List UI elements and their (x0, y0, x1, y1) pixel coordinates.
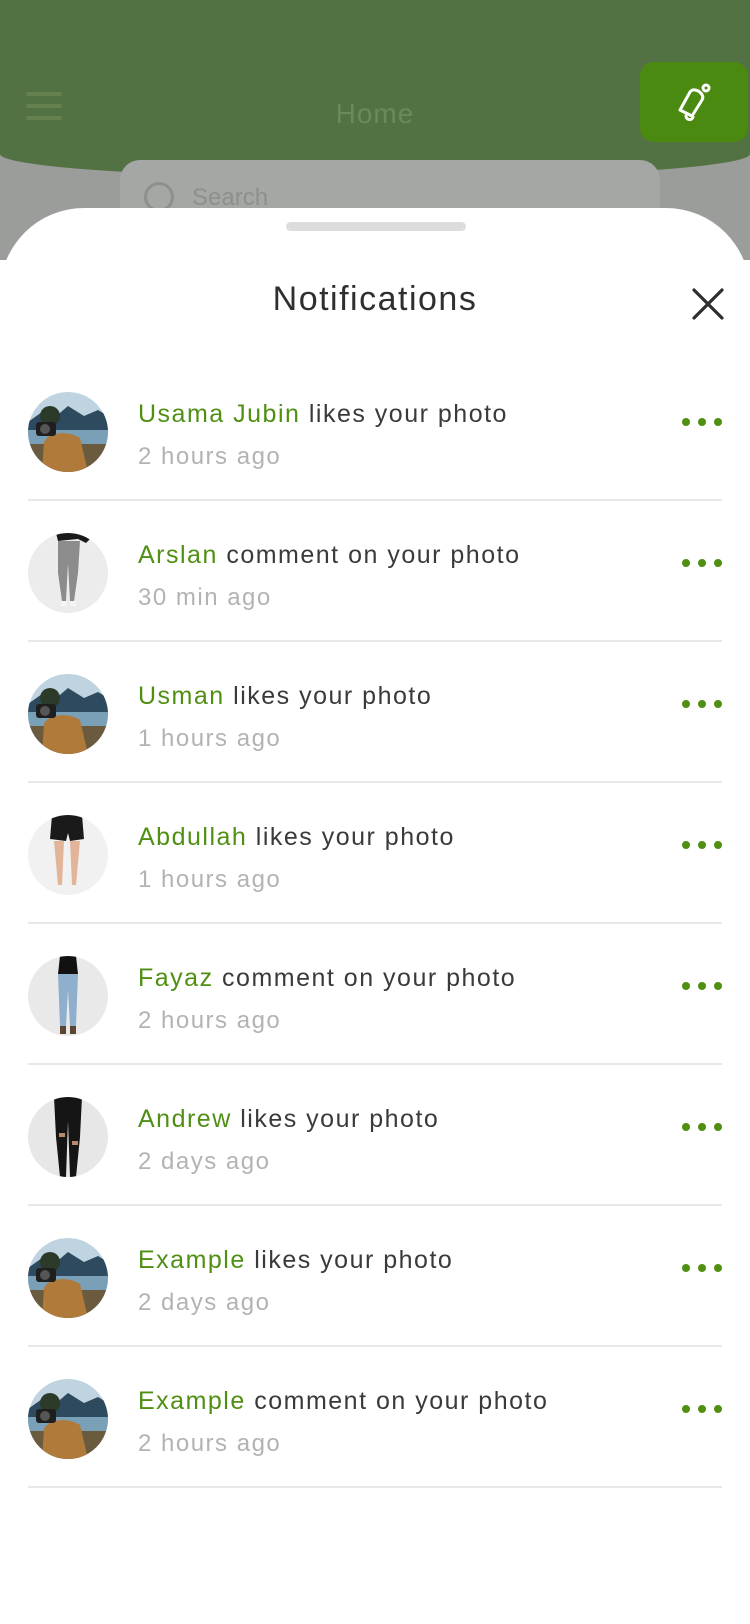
dot-icon (698, 1123, 706, 1131)
notifications-sheet: Notifications Usama Jubin likes your pho… (0, 208, 750, 1624)
avatar-grey-jeans (28, 533, 108, 613)
more-options-button[interactable] (682, 835, 722, 855)
user-name[interactable]: Abdullah (138, 823, 247, 851)
notification-message: Abdullah likes your photo (138, 823, 652, 852)
sheet-title: Notifications (272, 280, 478, 318)
dot-icon (698, 1264, 706, 1272)
close-button[interactable] (682, 278, 734, 330)
user-name[interactable]: Usman (138, 682, 225, 710)
action-text: comment on your photo (245, 1387, 549, 1415)
notification-time: 2 hours ago (138, 443, 282, 470)
dot-icon (714, 1123, 722, 1131)
notification-row-7[interactable]: Example likes your photo 2 days ago (28, 1206, 722, 1347)
notification-text: Example likes your photo 2 days ago (138, 1246, 652, 1317)
avatar-lake-camera (28, 1238, 108, 1318)
notification-message: Example comment on your photo (138, 1387, 652, 1416)
avatar-black-ripped-jeans (28, 1097, 108, 1177)
notification-time: 2 days ago (138, 1148, 271, 1175)
user-name[interactable]: Usama Jubin (138, 400, 300, 428)
action-text: likes your photo (300, 400, 508, 428)
dot-icon (682, 841, 690, 849)
notification-message: Fayaz comment on your photo (138, 964, 652, 993)
notification-time: 30 min ago (138, 584, 272, 611)
avatar-blue-jeans (28, 956, 108, 1036)
bell-icon (678, 83, 711, 121)
close-icon (692, 288, 724, 320)
avatar-lake-camera (28, 674, 108, 754)
dot-icon (682, 1264, 690, 1272)
action-text: likes your photo (247, 823, 455, 851)
dot-icon (698, 982, 706, 990)
notification-list: Usama Jubin likes your photo 2 hours ago… (28, 360, 722, 1488)
notification-row-8[interactable]: Example comment on your photo 2 hours ag… (28, 1347, 722, 1488)
dot-icon (714, 559, 722, 567)
dot-icon (698, 700, 706, 708)
notification-text: Fayaz comment on your photo 2 hours ago (138, 964, 652, 1035)
notification-text: Usman likes your photo 1 hours ago (138, 682, 652, 753)
app-header: Home (0, 0, 750, 178)
dot-icon (698, 559, 706, 567)
dot-icon (682, 1123, 690, 1131)
dot-icon (714, 1405, 722, 1413)
notification-bell-button[interactable] (640, 62, 748, 142)
action-text: comment on your photo (217, 541, 521, 569)
action-text: comment on your photo (213, 964, 517, 992)
user-name[interactable]: Andrew (138, 1105, 232, 1133)
notification-time: 2 hours ago (138, 1007, 282, 1034)
notification-message: Example likes your photo (138, 1246, 652, 1275)
notification-text: Arslan comment on your photo 30 min ago (138, 541, 652, 612)
dot-icon (698, 1405, 706, 1413)
notification-row-6[interactable]: Andrew likes your photo 2 days ago (28, 1065, 722, 1206)
dot-icon (714, 418, 722, 426)
notification-time: 2 hours ago (138, 1430, 282, 1457)
dot-icon (682, 982, 690, 990)
dot-icon (682, 1405, 690, 1413)
more-options-button[interactable] (682, 1399, 722, 1419)
dot-icon (714, 841, 722, 849)
notification-text: Andrew likes your photo 2 days ago (138, 1105, 652, 1176)
notification-message: Arslan comment on your photo (138, 541, 652, 570)
avatar-lake-camera (28, 392, 108, 472)
dot-icon (698, 841, 706, 849)
more-options-button[interactable] (682, 412, 722, 432)
notification-row-3[interactable]: Usman likes your photo 1 hours ago (28, 642, 722, 783)
notification-message: Usama Jubin likes your photo (138, 400, 652, 429)
dot-icon (682, 418, 690, 426)
dot-icon (714, 982, 722, 990)
more-options-button[interactable] (682, 1117, 722, 1137)
more-options-button[interactable] (682, 553, 722, 573)
notification-message: Usman likes your photo (138, 682, 652, 711)
home-title: Home (335, 98, 415, 129)
more-options-button[interactable] (682, 1258, 722, 1278)
more-options-button[interactable] (682, 694, 722, 714)
notification-row-1[interactable]: Usama Jubin likes your photo 2 hours ago (28, 360, 722, 501)
dot-icon (682, 700, 690, 708)
user-name[interactable]: Arslan (138, 541, 218, 569)
more-options-button[interactable] (682, 976, 722, 996)
user-name[interactable]: Fayaz (138, 964, 214, 992)
user-name[interactable]: Example (138, 1246, 246, 1274)
notification-text: Example comment on your photo 2 hours ag… (138, 1387, 652, 1458)
dot-icon (714, 1264, 722, 1272)
notification-message: Andrew likes your photo (138, 1105, 652, 1134)
action-text: likes your photo (231, 1105, 440, 1133)
avatar-lake-camera (28, 1379, 108, 1459)
user-name[interactable]: Example (138, 1387, 246, 1415)
action-text: likes your photo (245, 1246, 454, 1274)
dot-icon (698, 418, 706, 426)
action-text: likes your photo (224, 682, 433, 710)
dot-icon (682, 559, 690, 567)
notification-row-4[interactable]: Abdullah likes your photo 1 hours ago (28, 783, 722, 924)
notification-row-2[interactable]: Arslan comment on your photo 30 min ago (28, 501, 722, 642)
notification-time: 1 hours ago (138, 866, 282, 893)
notification-time: 2 days ago (138, 1289, 271, 1316)
notification-time: 1 hours ago (138, 725, 282, 752)
sheet-drag-handle[interactable] (286, 222, 466, 231)
notification-text: Usama Jubin likes your photo 2 hours ago (138, 400, 652, 471)
dot-icon (714, 700, 722, 708)
avatar-black-shorts (28, 815, 108, 895)
notification-row-5[interactable]: Fayaz comment on your photo 2 hours ago (28, 924, 722, 1065)
notification-text: Abdullah likes your photo 1 hours ago (138, 823, 652, 894)
